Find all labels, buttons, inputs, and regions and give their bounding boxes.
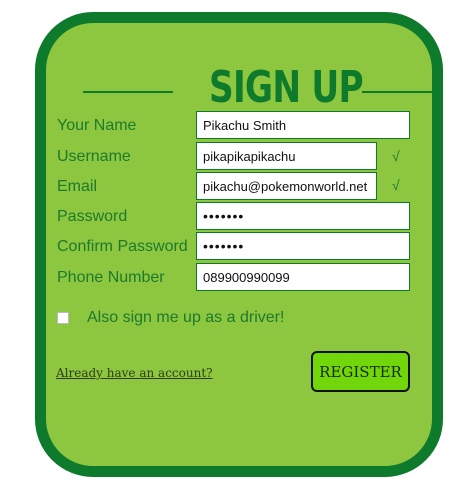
name-label: Your Name: [57, 117, 137, 134]
password-field[interactable]: [196, 202, 410, 230]
page-title: SIGN UP: [209, 62, 364, 113]
driver-checkbox-label[interactable]: Also sign me up as a driver!: [87, 309, 284, 327]
confirm-password-label: Confirm Password: [57, 238, 188, 255]
username-valid-icon: √: [392, 148, 400, 164]
username-field[interactable]: [196, 142, 377, 170]
phone-label: Phone Number: [57, 269, 165, 286]
email-label: Email: [57, 178, 98, 195]
confirm-password-field[interactable]: [196, 232, 410, 260]
driver-checkbox[interactable]: [57, 312, 69, 324]
email-field[interactable]: [196, 172, 377, 200]
title-divider-right: [362, 91, 440, 93]
email-valid-icon: √: [392, 177, 400, 193]
phone-field[interactable]: [196, 263, 410, 291]
login-link[interactable]: Already have an account?: [56, 366, 213, 380]
username-label: Username: [57, 148, 131, 165]
name-field[interactable]: [196, 111, 410, 139]
title-divider-left: [83, 91, 173, 93]
title-row: SIGN UP: [46, 49, 440, 113]
register-button[interactable]: REGISTER: [311, 351, 410, 392]
password-label: Password: [57, 208, 128, 225]
